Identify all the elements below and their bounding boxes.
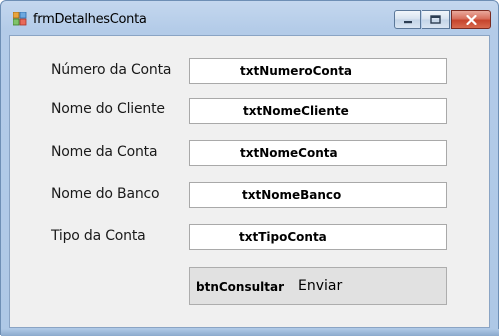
close-icon xyxy=(465,14,477,25)
close-button[interactable] xyxy=(451,10,491,29)
input-nome-cliente[interactable]: txtNomeCliente xyxy=(189,98,447,124)
app-window: frmDetalhesConta Número da Conta txtNume… xyxy=(0,0,499,336)
input-nome-conta[interactable]: txtNomeConta xyxy=(189,140,447,166)
minimize-icon xyxy=(403,20,412,23)
button-label: Enviar xyxy=(298,278,343,294)
maximize-button[interactable] xyxy=(422,10,450,29)
title-bar[interactable]: frmDetalhesConta xyxy=(1,1,498,35)
window-title: frmDetalhesConta xyxy=(33,12,147,27)
input-nome-banco[interactable]: txtNomeBanco xyxy=(189,182,447,208)
label-nome-cliente: Nome do Cliente xyxy=(51,101,165,117)
label-nome-conta: Nome da Conta xyxy=(51,144,158,160)
input-tipo-conta[interactable]: txtTipoConta xyxy=(189,224,447,250)
label-numero-conta: Número da Conta xyxy=(51,62,172,78)
windows-form-icon xyxy=(13,12,27,26)
label-nome-banco: Nome do Banco xyxy=(51,186,160,202)
minimize-button[interactable] xyxy=(394,10,421,29)
label-tipo-conta: Tipo da Conta xyxy=(51,228,146,244)
button-control-name: btnConsultar xyxy=(196,280,285,294)
submit-button[interactable]: btnConsultar Enviar xyxy=(189,267,447,305)
maximize-icon xyxy=(430,15,441,24)
input-numero-conta[interactable]: txtNumeroConta xyxy=(189,58,447,84)
